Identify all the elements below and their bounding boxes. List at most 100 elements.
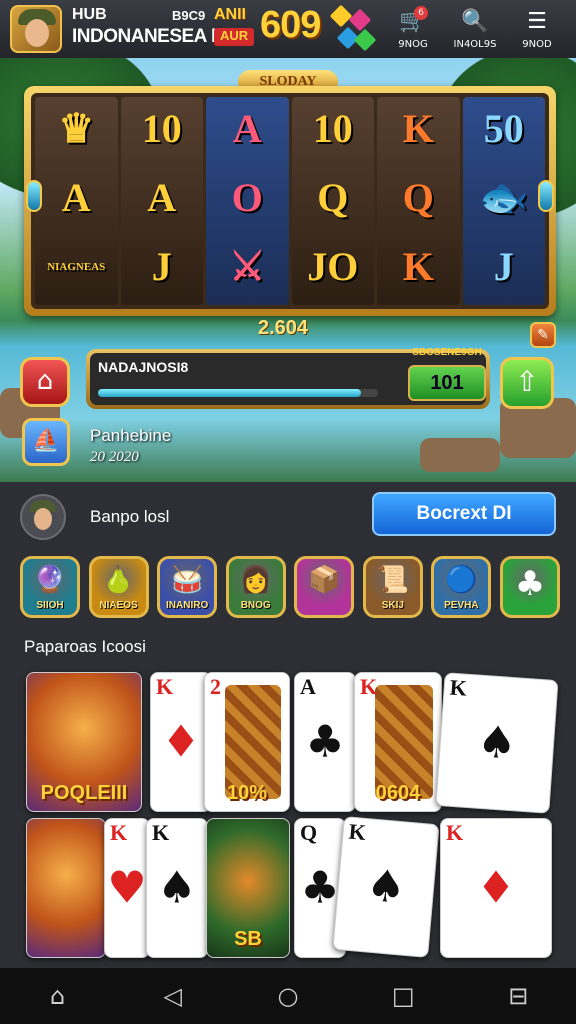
reel-symbol: ♛ (58, 105, 95, 151)
spin-bar-title: NADAJNOSI8 (98, 359, 189, 375)
menu-icon: ☰ (527, 9, 547, 34)
game-tile-2[interactable]: 🍐 NIAEOS (88, 556, 149, 618)
game-card[interactable] (26, 818, 106, 958)
game-tile-label: PEVHA (444, 600, 479, 611)
home-button[interactable]: ⌂ (20, 357, 70, 407)
system-nav-bar: ⌂ ◁ ○ □ ⊟ (0, 968, 576, 1024)
bonus-button[interactable]: ⛵ (22, 418, 70, 466)
nav-label: 9NOG (398, 39, 428, 50)
club-icon: ♣ (514, 564, 546, 604)
game-tile-label: SKIJ (381, 600, 404, 611)
progress-fill (98, 389, 362, 397)
reel-symbol: 50 (483, 105, 524, 151)
game-card[interactable]: K ♥ (104, 818, 150, 958)
recents-icon[interactable]: □ (378, 982, 428, 1010)
game-tile-8[interactable]: ♣ (499, 556, 560, 618)
game-card[interactable]: K ♦ (440, 818, 552, 958)
reel-symbol: K (402, 244, 434, 290)
game-card[interactable]: K ♠ (435, 672, 559, 814)
arrow-up-icon: ⇧ (515, 365, 539, 398)
reel-symbol: Q (317, 174, 349, 220)
card-rank: 2 (210, 674, 221, 699)
card-rank: A (300, 674, 316, 699)
game-tile-5[interactable]: 📦 (294, 556, 355, 618)
game-card[interactable]: A ♣ (294, 672, 356, 812)
brand-line2: INDONANESEA I (72, 26, 216, 47)
reel-symbol: A (147, 174, 177, 220)
reel-symbol: O (231, 174, 263, 220)
reel-symbol: 🐟 (478, 174, 529, 220)
drum-icon: 🥁 (170, 565, 204, 595)
card-caption: 10% (226, 782, 268, 804)
spin-button[interactable]: ⇧ (500, 357, 554, 409)
gem-icon (353, 28, 377, 52)
reel-symbol: JO (307, 244, 359, 290)
game-card[interactable]: 2 10% (204, 672, 290, 812)
reel-symbol: NIAGNEAS (47, 261, 106, 274)
gem-icon (348, 8, 372, 32)
card-caption: SB (234, 928, 262, 950)
reel-5: KQK (377, 97, 460, 305)
circle-home-icon[interactable]: ○ (263, 982, 313, 1010)
reel-6: 50 🐟 J (462, 97, 545, 305)
nav-menu-button[interactable]: ☰ 9NOD (508, 4, 566, 54)
reel-symbol: 10 (141, 105, 182, 151)
section-title: Paparoas Icoosi (24, 637, 146, 656)
game-tile-4[interactable]: 👩 BNOG (225, 556, 286, 618)
game-tile-7[interactable]: 🔵 PEVHA (431, 556, 492, 618)
card-rank: K (360, 674, 378, 699)
avatar-face (34, 508, 52, 530)
card-rank: Q (300, 820, 318, 845)
card-caption: POQLEIII (40, 782, 128, 804)
search-icon: 🔍 (461, 9, 489, 34)
game-card[interactable]: K ♦ (150, 672, 212, 812)
globe-icon: 🔮 (33, 565, 67, 595)
back-icon[interactable]: ◁ (148, 982, 198, 1010)
nav-search-button[interactable]: 🔍 IN4OL9S (446, 4, 504, 54)
game-card[interactable]: K ♠ (332, 816, 440, 958)
home-icon[interactable]: ⌂ (33, 982, 83, 1010)
bet-value[interactable]: 101 (408, 365, 486, 401)
card-suit-icon: ♠ (475, 716, 519, 770)
card-suit-icon: ♠ (364, 859, 408, 915)
nav-label: IN4OL9S (453, 39, 497, 50)
progress-track (98, 389, 378, 397)
card-suit-icon: ♣ (305, 716, 345, 768)
player-name: Banpo losl (90, 507, 170, 526)
brand-line1: HUB (72, 6, 107, 23)
profile-avatar[interactable] (10, 5, 62, 53)
nav-cart-button[interactable]: 🛒 6 9NOG (384, 4, 442, 54)
jackpot-score: 609 (260, 4, 321, 46)
reel-symbol: J (493, 244, 514, 290)
game-tile-3[interactable]: 🥁 INANIRO (157, 556, 218, 618)
win-amount: 2.604 (258, 317, 309, 339)
chest-icon: 📦 (308, 565, 341, 595)
reel-symbol: A (232, 105, 262, 151)
game-card[interactable]: K ♠ (146, 818, 208, 958)
card-rank: K (152, 820, 170, 845)
game-card[interactable]: K 0604 (354, 672, 442, 812)
game-card[interactable]: POQLEIII (26, 672, 142, 812)
player-avatar[interactable] (20, 494, 66, 540)
game-tile-label: SIIOH (36, 600, 64, 611)
reel-symbol: ⚔ (229, 244, 266, 290)
home-icon: ⌂ (36, 366, 54, 396)
reels-grid: ♛ A NIAGNEAS 10 A J A O ⚔ 10 Q JO K Q K 50 🐟 J (31, 93, 549, 309)
game-tile-label: NIAEOS (99, 600, 138, 611)
promo-title: Panhebine (90, 426, 172, 445)
reel-symbol: J (151, 244, 172, 290)
game-tile-6[interactable]: 📜 SKIJ (362, 556, 423, 618)
pear-icon: 🍐 (102, 565, 135, 595)
edit-button[interactable]: ✎ (530, 322, 556, 348)
game-tile-1[interactable]: 🔮 SIIOH (20, 556, 80, 618)
game-card[interactable]: SB (206, 818, 290, 958)
mini-label3: AUR (214, 28, 255, 46)
game-tile-label: BNOG (240, 600, 271, 611)
nav-label: 9NOD (522, 39, 552, 50)
reel-symbol: K (402, 105, 434, 151)
mini-label1: B9C9 (172, 8, 206, 23)
assistant-icon[interactable]: ⊟ (493, 982, 543, 1010)
cta-button[interactable]: Bocrext DI (372, 492, 556, 536)
left-gem-ornament (26, 180, 42, 212)
boat-icon: ⛵ (32, 428, 60, 453)
